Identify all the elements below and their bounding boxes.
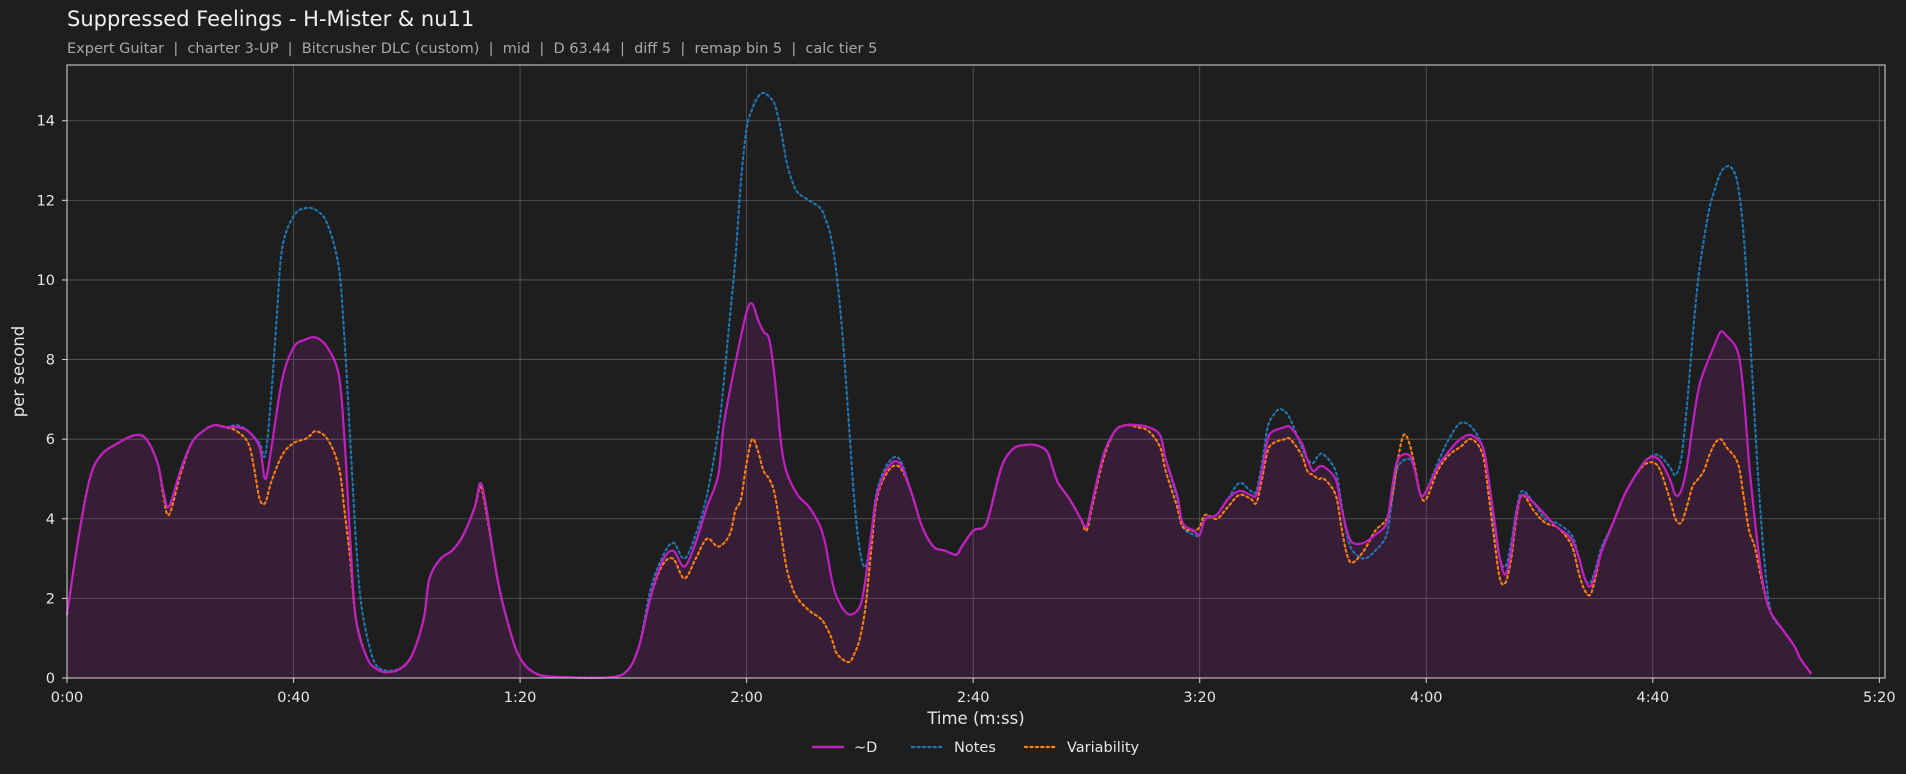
- legend-label-variability: Variability: [1067, 740, 1140, 756]
- y-tick-label: 8: [46, 353, 55, 369]
- y-axis-label: per second: [9, 326, 28, 418]
- y-tick-label: 6: [46, 432, 55, 448]
- x-tick-label: 3:20: [1183, 690, 1216, 706]
- x-tick-label: 5:20: [1863, 690, 1896, 706]
- y-tick-label: 4: [46, 512, 55, 528]
- x-axis-label: Time (m:ss): [926, 709, 1024, 728]
- legend-label-notes: Notes: [954, 740, 996, 756]
- legend: ~D Notes Variability: [812, 740, 1140, 756]
- x-tick-label: 2:40: [957, 690, 990, 706]
- chart-svg: 0:00 0:40 1:20 2:00 2:40 3:20 4:00 4:40 5:20 0 2 4 6…: [9, 64, 1896, 756]
- y-tick-label: 2: [46, 591, 55, 607]
- y-tick-label: 0: [46, 671, 55, 687]
- legend-label-d: ~D: [854, 740, 877, 756]
- x-tick-label: 4:00: [1410, 690, 1443, 706]
- y-tick-label: 14: [37, 114, 55, 130]
- x-tick-label: 1:20: [504, 690, 537, 706]
- y-tick-label: 10: [37, 273, 55, 289]
- x-tick-label: 0:40: [277, 690, 310, 706]
- x-tick-label: 0:00: [51, 690, 84, 706]
- y-tick-label: 12: [37, 193, 55, 209]
- x-tick-label: 4:40: [1637, 690, 1670, 706]
- x-tick-label: 2:00: [730, 690, 763, 706]
